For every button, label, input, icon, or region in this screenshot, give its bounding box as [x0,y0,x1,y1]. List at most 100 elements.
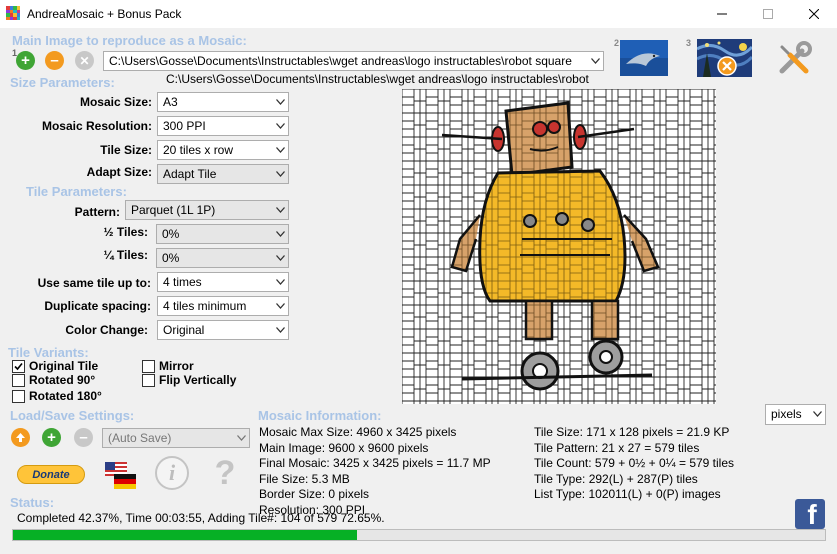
clear-main-image-button[interactable]: ✕ [75,51,94,70]
maximize-button[interactable] [745,0,791,28]
progress-bar-fill [13,530,357,540]
duplicate-spacing-value: 4 tiles minimum [163,299,247,313]
half-tiles-select[interactable]: 0% [156,224,289,244]
mosaic-resolution-select[interactable]: 300 PPI [157,116,289,136]
original-tile-checkbox[interactable]: Original Tile [12,359,98,373]
language-button[interactable] [104,460,138,490]
mosaic-size-select[interactable]: A3 [157,92,289,112]
chevron-down-icon [233,429,249,447]
minus-icon: – [50,52,59,69]
minimize-icon [717,13,727,15]
rotated-90-checkbox[interactable]: Rotated 90° [12,373,95,387]
tools-settings-button[interactable] [776,41,812,77]
facebook-button[interactable]: f [795,499,825,529]
tile-parameters-heading: Tile Parameters: [26,184,127,199]
info-line: Tile Count: 579 + 0½ + 0¼ = 579 tiles [534,456,735,471]
mosaic-size-value: A3 [163,95,178,109]
info-button[interactable]: i [155,456,189,490]
chevron-down-icon [272,201,288,219]
close-button[interactable] [791,0,837,28]
remove-settings-button[interactable]: – [74,428,93,447]
half-tiles-label: ½ Tiles: [103,225,148,239]
chevron-down-icon [272,141,288,159]
duplicate-spacing-select[interactable]: 4 tiles minimum [157,296,289,316]
main-image-path-value: C:\Users\Gosse\Documents\Instructables\w… [109,54,572,68]
units-select[interactable]: pixels [765,404,826,425]
info-line: Main Image: 9600 x 9600 pixels [259,440,429,455]
mosaic-info-left: Mosaic Max Size: 4960 x 3425 pixels Main… [259,425,491,519]
auto-save-select[interactable]: (Auto Save) [102,428,250,448]
pattern-select[interactable]: Parquet (1L 1P) [125,200,289,220]
step-badge: 1 [12,48,18,58]
adapt-size-label: Adapt Size: [86,165,152,179]
rotated-180-checkbox[interactable]: Rotated 180° [12,389,102,403]
mirror-checkbox[interactable]: Mirror [142,359,194,373]
window-title: AndreaMosaic + Bonus Pack [27,7,182,21]
chevron-down-icon [272,249,288,267]
same-tile-select[interactable]: 4 times [157,272,289,292]
load-settings-button[interactable] [11,428,30,447]
main-image-heading: Main Image to reproduce as a Mosaic: [12,33,247,48]
mosaic-preview [402,89,716,404]
chevron-down-icon [272,321,288,339]
close-icon [809,9,819,19]
checkbox-box [12,359,25,373]
maximize-icon [763,9,773,19]
info-line: Border Size: 0 pixels [259,487,370,502]
auto-save-value: (Auto Save) [108,431,172,445]
chevron-down-icon [272,93,288,111]
chevron-down-icon [272,297,288,315]
tile-size-select[interactable]: 20 tiles x row [157,140,289,160]
facebook-icon: f [807,499,817,529]
language-flags-icon [105,462,136,489]
pattern-label: Pattern: [74,205,120,219]
dolphin-tiles-button[interactable] [620,40,668,76]
mosaic-information-heading: Mosaic Information: [258,408,382,423]
info-line: File Size: 5.3 MB [259,471,350,486]
info-line: Resolution: 300 PPI [259,502,366,517]
plus-icon: + [47,429,56,446]
adapt-size-value: Adapt Tile [163,167,217,181]
units-value: pixels [771,407,802,421]
mosaic-resolution-label: Mosaic Resolution: [41,119,152,133]
remove-main-image-button[interactable]: – [45,51,64,70]
same-tile-label: Use same tile up to: [37,276,151,290]
duplicate-spacing-label: Duplicate spacing: [44,299,151,313]
quarter-tiles-select[interactable]: 0% [156,248,289,268]
half-tiles-value: 0% [162,227,180,241]
flip-vertically-checkbox[interactable]: Flip Vertically [142,373,236,387]
question-mark-icon: ? [214,453,236,492]
load-save-heading: Load/Save Settings: [10,408,135,423]
donate-label: Donate [32,468,70,481]
info-line: List Type: 102011(L) + 0(P) images [534,487,721,502]
mosaic-resolution-value: 300 PPI [163,119,206,133]
add-settings-button[interactable]: + [42,428,61,447]
checkbox-box [12,389,25,403]
minimize-button[interactable] [699,0,745,28]
checkbox-box [142,373,155,387]
mirror-label: Mirror [159,359,194,373]
color-change-select[interactable]: Original [157,320,289,340]
info-line: Tile Type: 292(L) + 287(P) tiles [534,471,698,486]
tile-variants-heading: Tile Variants: [8,345,89,360]
status-heading: Status: [10,495,55,510]
donate-button[interactable]: Donate [17,465,85,484]
adapt-size-select[interactable]: Adapt Tile [157,164,289,184]
quarter-tiles-value: 0% [162,251,180,265]
chevron-down-icon [272,165,288,183]
up-arrow-icon [16,433,25,442]
chevron-down-icon [272,225,288,243]
chevron-down-icon [587,52,603,70]
original-tile-label: Original Tile [29,359,99,373]
add-main-image-button[interactable]: + [16,51,35,70]
quarter-tiles-label: ¼ Tiles: [103,248,148,262]
starry-night-tiles-button[interactable] [696,39,754,77]
main-image-path-combo[interactable]: C:\Users\Gosse\Documents\Instructables\w… [103,51,604,71]
checkbox-box [142,359,155,373]
chevron-down-icon [272,273,288,291]
info-line: Tile Size: 171 x 128 pixels = 21.9 KP [534,425,730,439]
help-button[interactable]: ? [210,453,240,493]
color-change-value: Original [163,323,205,337]
flip-vertically-label: Flip Vertically [159,373,237,387]
mosaic-size-label: Mosaic Size: [79,95,152,109]
